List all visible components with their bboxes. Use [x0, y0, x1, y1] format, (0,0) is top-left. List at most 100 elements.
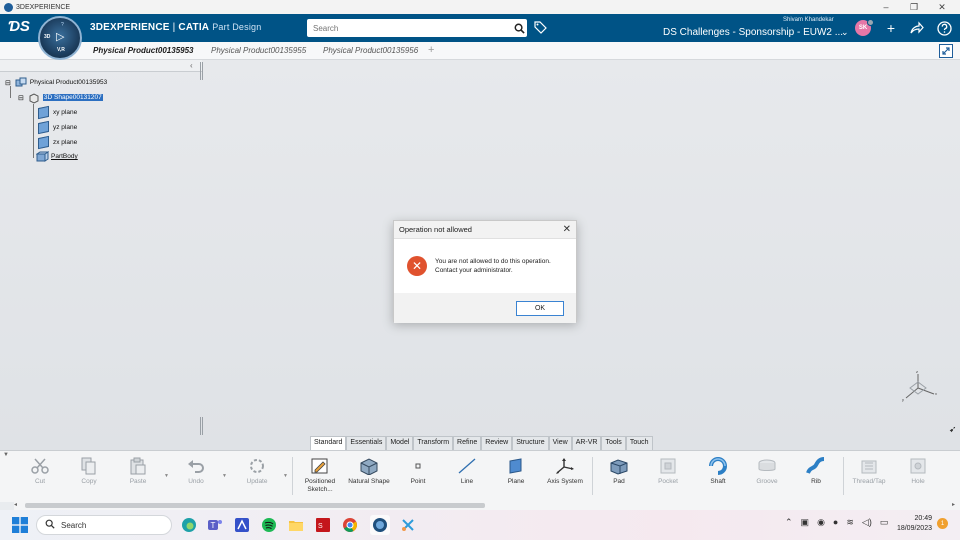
- share-icon[interactable]: [909, 20, 925, 36]
- collapse-node-icon[interactable]: ⊟: [18, 94, 24, 102]
- volume-icon[interactable]: ◁): [862, 517, 872, 528]
- tab-essentials[interactable]: Essentials: [346, 436, 387, 450]
- chevron-down-icon[interactable]: ▼: [283, 473, 288, 479]
- tab-transform[interactable]: Transform: [413, 436, 454, 450]
- thread-tap-button[interactable]: Thread/Tap: [846, 455, 892, 486]
- pocket-button[interactable]: Pocket: [645, 455, 691, 486]
- tray-app-icon[interactable]: ◉: [817, 517, 825, 528]
- ok-button[interactable]: OK: [516, 300, 564, 316]
- app-tray-icon[interactable]: ▣: [801, 517, 810, 528]
- natural-shape-button[interactable]: Natural Shape: [346, 455, 392, 486]
- tree-node-body[interactable]: PartBody: [35, 151, 78, 162]
- collapse-node-icon[interactable]: ⊟: [5, 79, 11, 87]
- minimize-icon[interactable]: –: [872, 2, 900, 13]
- tab-physical-product-2[interactable]: Physical Product00135955: [211, 46, 306, 55]
- chevron-up-icon[interactable]: ⌃: [785, 517, 793, 528]
- windows-start-icon[interactable]: [12, 517, 28, 533]
- undo-button[interactable]: Undo: [173, 455, 219, 486]
- paste-button[interactable]: Paste: [115, 455, 161, 486]
- groove-button[interactable]: Groove: [744, 455, 790, 486]
- search-input[interactable]: [307, 20, 511, 36]
- line-button[interactable]: Line: [444, 455, 490, 486]
- shaft-button[interactable]: Shaft: [695, 455, 741, 486]
- tab-physical-product-1[interactable]: Physical Product00135953: [93, 46, 194, 55]
- search-box[interactable]: [307, 19, 527, 37]
- taskbar-search[interactable]: Search: [36, 515, 172, 535]
- chrome-icon[interactable]: [340, 515, 360, 535]
- mouse-cursor-icon: ➹: [949, 424, 957, 434]
- tool-label: Axis System: [547, 478, 583, 485]
- section-tabs: Standard Essentials Model Transform Refi…: [310, 436, 653, 450]
- tab-physical-product-3[interactable]: Physical Product00135956: [323, 46, 418, 55]
- chevron-down-icon[interactable]: ▼: [164, 473, 169, 479]
- tab-standard[interactable]: Standard: [310, 436, 347, 450]
- pad-button[interactable]: Pad: [596, 455, 642, 486]
- scrollbar-thumb[interactable]: [25, 503, 485, 508]
- plane-icon: [38, 120, 49, 135]
- copy-icon: [79, 457, 99, 475]
- scroll-left-icon[interactable]: ◂: [14, 501, 17, 508]
- user-name: Shivam Khandekar: [783, 17, 834, 23]
- copy-button[interactable]: Copy: [66, 455, 112, 486]
- tool-label: Undo: [188, 478, 204, 485]
- tag-icon[interactable]: [533, 20, 547, 34]
- compass-widget[interactable]: ? 3D ▷ V,R: [38, 16, 82, 60]
- help-icon[interactable]: [936, 20, 952, 36]
- chevron-down-icon[interactable]: ⌄: [841, 27, 849, 38]
- tab-touch[interactable]: Touch: [625, 436, 653, 450]
- hole-icon: [908, 457, 928, 475]
- tab-refine[interactable]: Refine: [453, 436, 482, 450]
- tab-ar-vr[interactable]: AR-VR: [571, 436, 602, 450]
- wifi-icon[interactable]: ≋: [846, 517, 854, 528]
- collaborative-space-selector[interactable]: DS Challenges - Sponsorship - EUW2 ...: [663, 27, 843, 38]
- hole-button[interactable]: Hole: [895, 455, 941, 486]
- notification-badge[interactable]: 1: [937, 518, 948, 529]
- fullscreen-icon[interactable]: [939, 44, 953, 58]
- file-explorer-icon[interactable]: [286, 515, 306, 535]
- collapse-panel-icon[interactable]: ‹: [190, 61, 193, 70]
- spotify-icon[interactable]: [259, 515, 279, 535]
- tray-app-icon-2[interactable]: ●: [833, 517, 838, 528]
- scroll-right-icon[interactable]: ▸: [952, 501, 955, 508]
- tab-review[interactable]: Review: [481, 436, 513, 450]
- snipping-tool-icon[interactable]: [398, 515, 418, 535]
- tree-node-shape[interactable]: ⊟ 3D Shape00131207: [18, 92, 103, 104]
- tab-view[interactable]: View: [548, 436, 572, 450]
- tab-tools[interactable]: Tools: [601, 436, 626, 450]
- edge-icon[interactable]: [179, 515, 199, 535]
- positioned-sketch-button[interactable]: Positioned Sketch...: [297, 455, 343, 494]
- tree-node-plane[interactable]: yz plane: [38, 120, 77, 135]
- panel-splitter-bottom[interactable]: [200, 417, 203, 435]
- dialog-body: ✕ You are not allowed to do this operati…: [394, 239, 576, 293]
- add-icon[interactable]: +: [883, 20, 899, 36]
- close-window-icon[interactable]: ✕: [928, 2, 956, 13]
- panel-splitter[interactable]: [200, 62, 203, 80]
- toolbar-divider: [592, 457, 593, 495]
- taskbar-clock[interactable]: 20:49 18/09/2023: [888, 514, 932, 534]
- restore-icon[interactable]: ❐: [900, 2, 928, 13]
- plane-button[interactable]: Plane: [493, 455, 539, 486]
- tab-structure[interactable]: Structure: [512, 436, 549, 450]
- tree-node-root[interactable]: ⊟ Physical Product00135953: [5, 77, 107, 88]
- cut-button[interactable]: Cut: [17, 455, 63, 486]
- tab-model[interactable]: Model: [386, 436, 414, 450]
- 3dexperience-taskbar-icon[interactable]: [370, 515, 390, 535]
- point-button[interactable]: Point: [395, 455, 441, 486]
- solidworks-icon[interactable]: S: [313, 515, 333, 535]
- chevron-down-icon[interactable]: ▼: [222, 473, 227, 479]
- search-icon[interactable]: [511, 20, 527, 36]
- rib-button[interactable]: Rib: [793, 455, 839, 486]
- play-icon[interactable]: ▷: [56, 30, 64, 43]
- design-app-icon[interactable]: [232, 515, 252, 535]
- tree-node-plane[interactable]: zx plane: [38, 135, 77, 150]
- paste-icon: [128, 457, 148, 475]
- collapse-toolbar-icon[interactable]: ▼: [3, 452, 9, 458]
- teams-icon[interactable]: T: [205, 515, 225, 535]
- robot-axis-icon[interactable]: z x y: [900, 368, 940, 404]
- axis-system-button[interactable]: Axis System: [542, 455, 588, 486]
- add-tab-icon[interactable]: +: [428, 44, 434, 56]
- close-icon[interactable]: ✕: [563, 224, 571, 235]
- tree-node-plane[interactable]: xy plane: [38, 105, 77, 120]
- tool-label: Rib: [811, 478, 821, 485]
- update-button[interactable]: Update: [234, 455, 280, 486]
